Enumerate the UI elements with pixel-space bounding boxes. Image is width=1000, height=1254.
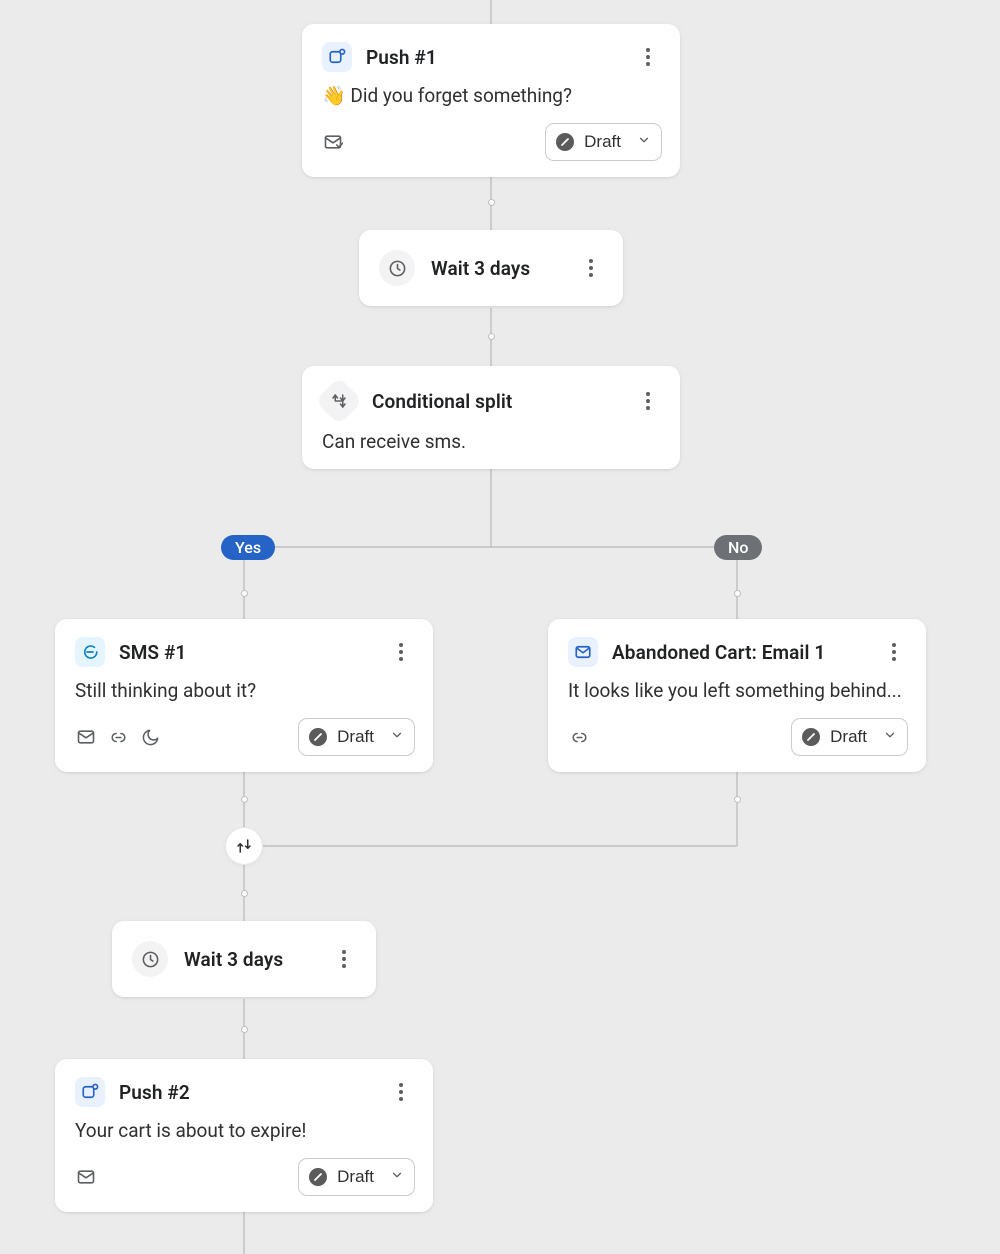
kebab-icon — [342, 950, 346, 968]
kebab-icon — [589, 259, 593, 277]
link-icon — [107, 726, 129, 748]
node-title: Wait 3 days — [184, 948, 283, 971]
sms-icon — [75, 637, 105, 667]
chevron-down-icon — [390, 727, 404, 747]
smart-send-icon — [75, 1166, 97, 1188]
branch-pill-no: No — [714, 535, 762, 560]
quiet-hours-icon — [139, 726, 161, 748]
push-icon — [75, 1077, 105, 1107]
draft-status-icon — [802, 728, 820, 746]
email-icon — [568, 637, 598, 667]
draft-status-icon — [309, 728, 327, 746]
node-push-2[interactable]: Push #2 Your cart is about to expire! Dr… — [55, 1059, 433, 1212]
clock-icon — [132, 941, 168, 977]
node-wait-2[interactable]: Wait 3 days — [112, 921, 376, 997]
node-title: Wait 3 days — [431, 257, 530, 280]
kebab-icon — [892, 643, 896, 661]
node-menu-button[interactable] — [634, 43, 662, 71]
node-menu-button[interactable] — [577, 254, 605, 282]
node-menu-button[interactable] — [330, 945, 358, 973]
status-label: Draft — [337, 727, 374, 747]
kebab-icon — [399, 643, 403, 661]
node-email-1[interactable]: Abandoned Cart: Email 1 It looks like yo… — [548, 619, 926, 772]
node-title: Conditional split — [372, 390, 512, 413]
node-push-1[interactable]: Push #1 👋 Did you forget something? Draf… — [302, 24, 680, 177]
draft-status-icon — [556, 133, 574, 151]
chevron-down-icon — [883, 727, 897, 747]
node-title: Push #1 — [366, 46, 437, 69]
node-conditional-split[interactable]: Conditional split Can receive sms. — [302, 366, 680, 469]
split-icon — [315, 377, 363, 425]
node-body: 👋 Did you forget something? — [322, 84, 662, 107]
merge-node[interactable] — [225, 827, 263, 865]
node-menu-button[interactable] — [387, 638, 415, 666]
draft-status-icon — [309, 1168, 327, 1186]
push-icon — [322, 42, 352, 72]
node-title: Push #2 — [119, 1081, 190, 1104]
status-dropdown[interactable]: Draft — [298, 718, 415, 756]
node-sms-1[interactable]: SMS #1 Still thinking about it? Draft — [55, 619, 433, 772]
node-title: SMS #1 — [119, 641, 186, 664]
status-dropdown[interactable]: Draft — [298, 1158, 415, 1196]
clock-icon — [379, 250, 415, 286]
node-body: Can receive sms. — [322, 430, 662, 453]
status-dropdown[interactable]: Draft — [791, 718, 908, 756]
node-body: It looks like you left something behind.… — [568, 679, 908, 702]
node-wait-1[interactable]: Wait 3 days — [359, 230, 623, 306]
status-label: Draft — [337, 1167, 374, 1187]
branch-pill-yes: Yes — [221, 535, 275, 560]
node-body: Your cart is about to expire! — [75, 1119, 415, 1142]
node-menu-button[interactable] — [387, 1078, 415, 1106]
node-title: Abandoned Cart: Email 1 — [612, 641, 825, 664]
kebab-icon — [646, 48, 650, 66]
node-menu-button[interactable] — [634, 387, 662, 415]
kebab-icon — [646, 392, 650, 410]
link-icon — [568, 726, 590, 748]
node-menu-button[interactable] — [880, 638, 908, 666]
kebab-icon — [399, 1083, 403, 1101]
status-label: Draft — [584, 132, 621, 152]
smart-send-icon — [322, 131, 344, 153]
node-body: Still thinking about it? — [75, 679, 415, 702]
chevron-down-icon — [390, 1167, 404, 1187]
status-label: Draft — [830, 727, 867, 747]
status-dropdown[interactable]: Draft — [545, 123, 662, 161]
chevron-down-icon — [637, 132, 651, 152]
smart-send-icon — [75, 726, 97, 748]
flow-canvas: Push #1 👋 Did you forget something? Draf… — [0, 0, 1000, 1254]
